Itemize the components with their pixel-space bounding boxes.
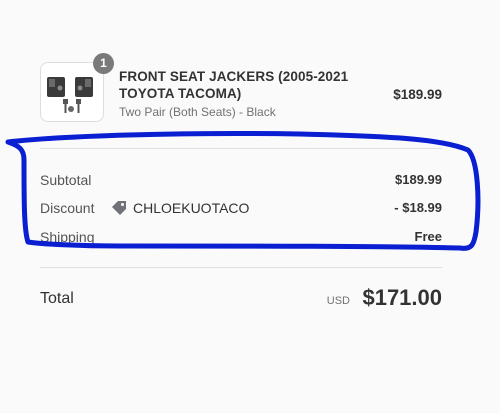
divider [40,148,442,149]
total-label: Total [40,290,74,307]
divider [40,267,442,268]
tag-icon [110,199,128,217]
subtotal-label: Subtotal [40,172,92,188]
currency-code: USD [326,295,350,307]
discount-value: - $18.99 [394,200,442,215]
product-price: $189.99 [393,87,442,102]
product-thumbnail [40,62,104,122]
shipping-value: Free [414,229,442,244]
discount-code: CHLOEKUOTACO [110,198,249,218]
product-variant: Two Pair (Both Seats) - Black [119,105,276,119]
shipping-label: Shipping [40,229,95,245]
product-name: FRONT SEAT JACKERS (2005-2021 TOYOTA TAC… [119,69,349,101]
quantity-badge: 1 [93,53,114,74]
shipping-row: Shipping Free [40,227,442,247]
subtotal-value: $189.99 [395,172,442,187]
total-amount: $171.00 [362,285,442,310]
subtotal-row: Subtotal $189.99 [40,170,442,190]
discount-row: Discount CHLOEKUOTACO - $18.99 [40,198,442,218]
discount-code-text: CHLOEKUOTACO [133,200,250,216]
product-line-item: 1 FRONT SEAT JACKERS (2005-2021 TOYOTA T… [40,53,442,122]
seat-jacker-product-image [47,77,93,113]
total-row: Total USD $171.00 [40,285,442,317]
discount-label: Discount [40,200,95,216]
